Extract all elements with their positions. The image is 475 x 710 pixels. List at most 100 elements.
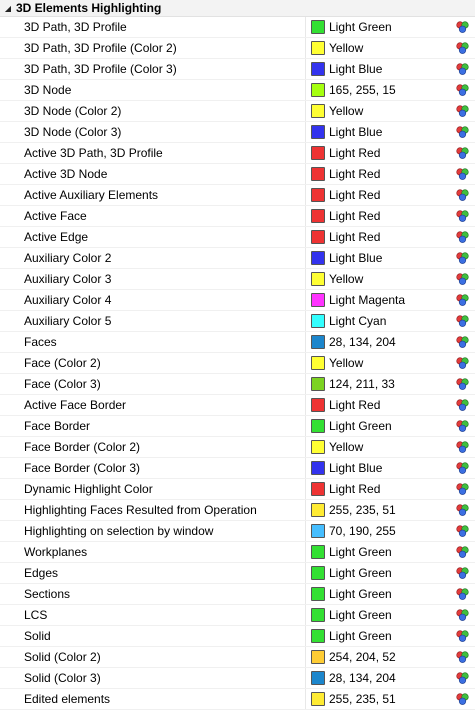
color-picker-icon[interactable] [455, 482, 470, 496]
color-picker-icon[interactable] [455, 692, 470, 706]
color-picker-icon[interactable] [455, 587, 470, 601]
color-value[interactable]: Light Green [329, 605, 392, 625]
property-row[interactable]: Face (Color 3) 124, 211, 33 [0, 374, 475, 395]
property-row[interactable]: 3D Path, 3D Profile (Color 2) Yellow [0, 38, 475, 59]
property-row[interactable]: Active 3D Node Light Red [0, 164, 475, 185]
property-row[interactable]: Active 3D Path, 3D Profile Light Red [0, 143, 475, 164]
property-row[interactable]: Face Border (Color 3) Light Blue [0, 458, 475, 479]
color-picker-icon[interactable] [455, 62, 470, 76]
property-row[interactable]: Face Border (Color 2) Yellow [0, 437, 475, 458]
color-swatch[interactable] [311, 125, 325, 139]
property-row[interactable]: 3D Node (Color 2) Yellow [0, 101, 475, 122]
color-swatch[interactable] [311, 20, 325, 34]
color-value[interactable]: Light Green [329, 542, 392, 562]
color-swatch[interactable] [311, 272, 325, 286]
color-picker-icon[interactable] [455, 545, 470, 559]
color-value[interactable]: Yellow [329, 437, 363, 457]
color-value[interactable]: Light Red [329, 164, 380, 184]
property-row[interactable]: Faces 28, 134, 204 [0, 332, 475, 353]
color-swatch[interactable] [311, 587, 325, 601]
color-picker-icon[interactable] [455, 335, 470, 349]
color-picker-icon[interactable] [455, 293, 470, 307]
color-value[interactable]: 28, 134, 204 [329, 332, 396, 352]
color-picker-icon[interactable] [455, 41, 470, 55]
color-picker-icon[interactable] [455, 398, 470, 412]
color-picker-icon[interactable] [455, 608, 470, 622]
property-row[interactable]: 3D Path, 3D Profile (Color 3) Light Blue [0, 59, 475, 80]
color-picker-icon[interactable] [455, 104, 470, 118]
color-picker-icon[interactable] [455, 671, 470, 685]
property-row[interactable]: Highlighting on selection by window 70, 1… [0, 521, 475, 542]
property-row[interactable]: Active Edge Light Red [0, 227, 475, 248]
property-row[interactable]: Auxiliary Color 2 Light Blue [0, 248, 475, 269]
color-swatch[interactable] [311, 230, 325, 244]
property-row[interactable]: Active Face Light Red [0, 206, 475, 227]
color-picker-icon[interactable] [455, 188, 470, 202]
property-row[interactable]: Dynamic Highlight Color Light Red [0, 479, 475, 500]
color-picker-icon[interactable] [455, 524, 470, 538]
color-picker-icon[interactable] [455, 20, 470, 34]
color-swatch[interactable] [311, 314, 325, 328]
color-swatch[interactable] [311, 41, 325, 55]
property-row[interactable]: Active Face Border Light Red [0, 395, 475, 416]
color-swatch[interactable] [311, 650, 325, 664]
property-row[interactable]: LCS Light Green [0, 605, 475, 626]
collapse-triangle-icon[interactable]: ◢ [0, 4, 16, 13]
color-picker-icon[interactable] [455, 209, 470, 223]
property-row[interactable]: Highlighting Faces Resulted from Operati… [0, 500, 475, 521]
property-row[interactable]: Edited elements 255, 235, 51 [0, 689, 475, 710]
color-swatch[interactable] [311, 566, 325, 580]
color-picker-icon[interactable] [455, 272, 470, 286]
color-swatch[interactable] [311, 671, 325, 685]
property-row[interactable]: 3D Node 165, 255, 15 [0, 80, 475, 101]
color-picker-icon[interactable] [455, 83, 470, 97]
color-value[interactable]: Light Red [329, 143, 380, 163]
color-swatch[interactable] [311, 83, 325, 97]
color-swatch[interactable] [311, 335, 325, 349]
color-value[interactable]: Light Green [329, 584, 392, 604]
color-value[interactable]: 165, 255, 15 [329, 80, 396, 100]
color-value[interactable]: Light Cyan [329, 311, 386, 331]
property-row[interactable]: Workplanes Light Green [0, 542, 475, 563]
group-header[interactable]: ◢ 3D Elements Highlighting [0, 0, 475, 17]
color-picker-icon[interactable] [455, 251, 470, 265]
color-swatch[interactable] [311, 188, 325, 202]
color-swatch[interactable] [311, 440, 325, 454]
color-swatch[interactable] [311, 209, 325, 223]
color-value[interactable]: Light Blue [329, 458, 382, 478]
color-picker-icon[interactable] [455, 377, 470, 391]
color-value[interactable]: Light Red [329, 227, 380, 247]
color-swatch[interactable] [311, 251, 325, 265]
property-row[interactable]: Auxiliary Color 3 Yellow [0, 269, 475, 290]
color-picker-icon[interactable] [455, 650, 470, 664]
color-value[interactable]: 255, 235, 51 [329, 500, 396, 520]
color-swatch[interactable] [311, 692, 325, 706]
color-value[interactable]: Yellow [329, 353, 363, 373]
color-swatch[interactable] [311, 503, 325, 517]
color-picker-icon[interactable] [455, 440, 470, 454]
color-picker-icon[interactable] [455, 146, 470, 160]
color-picker-icon[interactable] [455, 566, 470, 580]
color-value[interactable]: Yellow [329, 101, 363, 121]
color-swatch[interactable] [311, 545, 325, 559]
color-swatch[interactable] [311, 356, 325, 370]
color-value[interactable]: Light Blue [329, 122, 382, 142]
color-swatch[interactable] [311, 629, 325, 643]
color-swatch[interactable] [311, 524, 325, 538]
color-value[interactable]: Yellow [329, 269, 363, 289]
color-swatch[interactable] [311, 62, 325, 76]
color-picker-icon[interactable] [455, 230, 470, 244]
color-swatch[interactable] [311, 293, 325, 307]
property-row[interactable]: Solid Light Green [0, 626, 475, 647]
color-value[interactable]: 254, 204, 52 [329, 647, 396, 667]
color-picker-icon[interactable] [455, 461, 470, 475]
property-row[interactable]: Solid (Color 2) 254, 204, 52 [0, 647, 475, 668]
property-row[interactable]: Edges Light Green [0, 563, 475, 584]
property-row[interactable]: Face Border Light Green [0, 416, 475, 437]
color-swatch[interactable] [311, 377, 325, 391]
color-picker-icon[interactable] [455, 419, 470, 433]
property-row[interactable]: Auxiliary Color 5 Light Cyan [0, 311, 475, 332]
color-swatch[interactable] [311, 398, 325, 412]
color-value[interactable]: Light Blue [329, 248, 382, 268]
color-picker-icon[interactable] [455, 167, 470, 181]
